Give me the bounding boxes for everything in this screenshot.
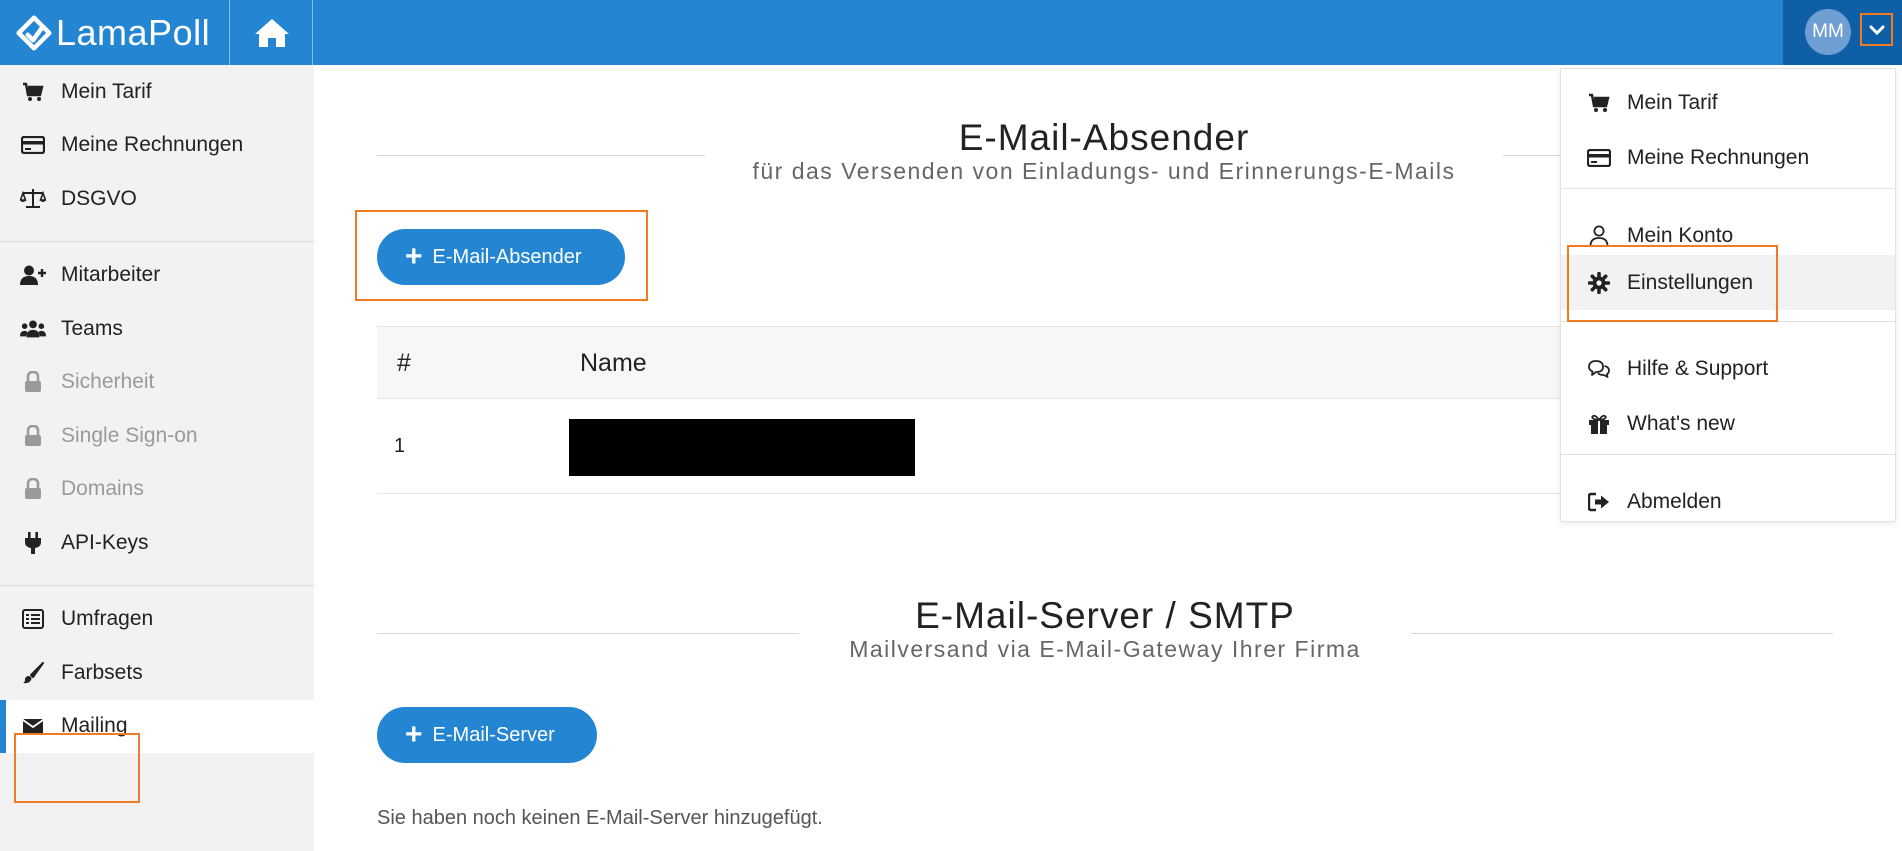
list-icon [20, 608, 46, 630]
highlight-box-add-sender [355, 210, 648, 301]
sidebar-item-teams[interactable]: Teams [0, 302, 314, 356]
row-number: 1 [394, 435, 406, 457]
lock-icon [20, 371, 46, 393]
sidebar-item-mitarbeiter[interactable]: Mitarbeiter [0, 249, 314, 303]
dropdown-divider [1561, 188, 1895, 189]
sidebar-group-billing: Mein Tarif Meine Rechnungen DSGVO [0, 65, 314, 242]
dropdown-item-label: Mein Konto [1627, 223, 1734, 247]
smtp-section-title: E-Mail-Server / SMTP [915, 595, 1295, 636]
chevron-down-icon [1869, 25, 1884, 35]
dropdown-item-abmelden[interactable]: Abmelden [1561, 474, 1895, 529]
sidebar-item-label: Single Sign-on [61, 423, 198, 447]
dropdown-item-label: Mein Tarif [1627, 90, 1718, 114]
sidebar-item-sicherheit[interactable]: Sicherheit [0, 356, 314, 410]
dropdown-divider [1561, 454, 1895, 455]
section-divider-left [377, 155, 705, 156]
cart-icon [20, 81, 46, 103]
sidebar-item-label: Sicherheit [61, 370, 155, 394]
top-navigation-bar: LamaPoll MM [0, 0, 1902, 65]
sender-section-title: E-Mail-Absender [958, 117, 1250, 158]
gift-icon [1587, 413, 1611, 435]
app-name: LamaPoll [56, 11, 211, 53]
sidebar-item-dsgvo[interactable]: DSGVO [0, 172, 314, 226]
users-icon [20, 318, 46, 340]
dropdown-item-label: Hilfe & Support [1627, 356, 1769, 380]
user-menu-toggle-button[interactable] [1860, 13, 1893, 46]
highlight-box-einstellungen [1567, 245, 1778, 322]
dropdown-item-meine-rechnungen[interactable]: Meine Rechnungen [1561, 130, 1895, 185]
lock-icon [20, 478, 46, 500]
sidebar-item-meine-rechnungen[interactable]: Meine Rechnungen [0, 119, 314, 173]
dropdown-item-label: What's new [1627, 411, 1735, 435]
sidebar-item-label: Mein Tarif [61, 79, 152, 103]
avatar[interactable]: MM [1805, 9, 1851, 55]
scale-icon [20, 188, 46, 210]
section-divider-right [1411, 633, 1833, 634]
highlight-box-mailing [14, 733, 140, 803]
sign-out-icon [1587, 491, 1611, 513]
app-logo[interactable]: LamaPoll [0, 0, 230, 65]
smtp-section-subtitle: Mailversand via E-Mail-Gateway Ihrer Fir… [849, 636, 1361, 662]
plug-icon [20, 531, 46, 554]
sidebar-item-umfragen[interactable]: Umfragen [0, 593, 314, 647]
add-email-server-label: E-Mail-Server [432, 723, 555, 746]
dropdown-item-label: Meine Rechnungen [1627, 145, 1810, 169]
home-button[interactable] [231, 0, 313, 65]
dropdown-item-hilfe-support[interactable]: Hilfe & Support [1561, 341, 1895, 396]
sidebar-item-label: Farbsets [61, 660, 143, 684]
smtp-empty-message: Sie haben noch keinen E-Mail-Server hinz… [377, 807, 823, 829]
sidebar-item-mein-tarif[interactable]: Mein Tarif [0, 65, 314, 119]
add-email-server-button[interactable]: + E-Mail-Server [377, 707, 597, 763]
cart-icon [1587, 92, 1611, 114]
user-menu-area: MM [1783, 0, 1902, 65]
sidebar-item-label: Domains [61, 477, 144, 501]
dropdown-item-mein-tarif[interactable]: Mein Tarif [1561, 75, 1895, 130]
sidebar-item-label: Meine Rechnungen [61, 133, 244, 157]
credit-card-icon [20, 134, 46, 156]
sidebar-item-label: Teams [61, 316, 123, 340]
redacted-sender-name [569, 419, 915, 476]
sidebar-item-label: API-Keys [61, 530, 149, 554]
lamapoll-logo-icon [16, 14, 52, 51]
sidebar-item-farbsets[interactable]: Farbsets [0, 646, 314, 700]
sidebar-item-single-sign-on[interactable]: Single Sign-on [0, 409, 314, 463]
column-header-name: Name [580, 349, 647, 377]
user-icon [1587, 225, 1611, 247]
credit-card-icon [1587, 147, 1611, 169]
sidebar-item-label: DSGVO [61, 186, 137, 210]
sidebar-item-label: Umfragen [61, 607, 154, 631]
dropdown-item-label: Abmelden [1627, 489, 1722, 513]
home-icon [254, 18, 289, 47]
sender-section-subtitle: für das Versenden von Einladungs- und Er… [752, 158, 1456, 184]
user-plus-icon [20, 264, 46, 286]
chat-icon [1587, 358, 1611, 380]
sidebar-group-organization: Mitarbeiter Teams Sicherheit Single Sign… [0, 242, 314, 586]
sidebar-item-api-keys[interactable]: API-Keys [0, 516, 314, 570]
sidebar-item-domains[interactable]: Domains [0, 463, 314, 517]
lock-icon [20, 424, 46, 447]
dropdown-item-whats-new[interactable]: What's new [1561, 396, 1895, 451]
plus-icon: + [405, 718, 423, 751]
sidebar-item-label: Mitarbeiter [61, 263, 161, 287]
section-divider-left [377, 633, 799, 634]
column-header-number: # [397, 349, 411, 377]
brush-icon [20, 661, 46, 684]
